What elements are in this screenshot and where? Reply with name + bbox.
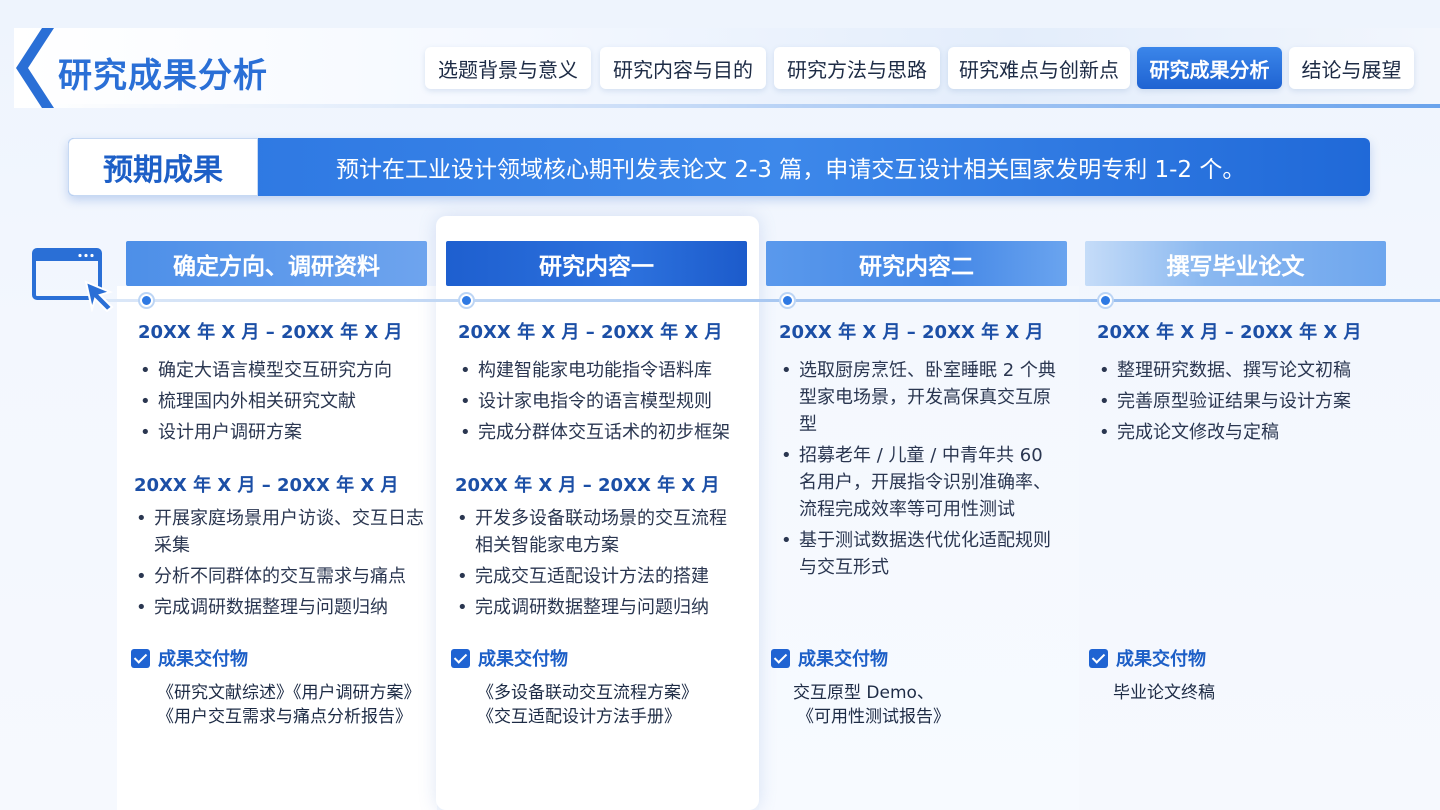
- column-2-list-1: 构建智能家电功能指令语料库 设计家电指令的语言模型规则 完成分群体交互话术的初步…: [458, 357, 743, 450]
- checkbox-checked-icon: [771, 648, 790, 668]
- column-1-date-2: 20XX 年 X 月 – 20XX 年 X 月: [134, 475, 399, 496]
- column-2-deliverable-1: 《多设备联动交互流程方案》: [477, 683, 698, 703]
- list-item: 完成分群体交互话术的初步框架: [458, 419, 743, 446]
- checkbox-checked-icon: [1089, 648, 1108, 668]
- deliverable-title-text: 成果交付物: [1116, 649, 1206, 670]
- column-1-date-1: 20XX 年 X 月 – 20XX 年 X 月: [138, 322, 403, 343]
- list-item: 分析不同群体的交互需求与痛点: [134, 563, 424, 590]
- column-3-deliverable-2: 《可用性测试报告》: [797, 707, 950, 727]
- column-2-date-2: 20XX 年 X 月 – 20XX 年 X 月: [455, 475, 720, 496]
- column-4-date-1: 20XX 年 X 月 – 20XX 年 X 月: [1097, 322, 1362, 343]
- column-1-deliverable-title: 成果交付物: [131, 645, 248, 671]
- list-item: 确定大语言模型交互研究方向: [138, 357, 428, 384]
- list-item: 开展家庭场景用户访谈、交互日志采集: [134, 505, 424, 559]
- list-item: 完成交互适配设计方法的搭建: [455, 563, 740, 590]
- tab-difficulties[interactable]: 研究难点与创新点: [948, 47, 1130, 89]
- list-item: 选取厨房烹饪、卧室睡眠 2 个典型家电场景，开发高保真交互原型: [779, 357, 1061, 438]
- timeline-dot-1: [140, 294, 153, 307]
- column-2-date-1: 20XX 年 X 月 – 20XX 年 X 月: [458, 322, 723, 343]
- list-item: 基于测试数据迭代优化适配规则与交互形式: [779, 527, 1061, 581]
- timeline-dot-3: [781, 294, 794, 307]
- monitor-cursor-icon: [32, 248, 114, 312]
- tab-methods[interactable]: 研究方法与思路: [774, 47, 940, 89]
- column-4-deliverable-title: 成果交付物: [1089, 645, 1206, 671]
- list-item: 梳理国内外相关研究文献: [138, 388, 428, 415]
- column-3-deliverable-1: 交互原型 Demo、: [793, 683, 934, 703]
- list-item: 开发多设备联动场景的交互流程相关智能家电方案: [455, 505, 740, 559]
- tab-content-purpose[interactable]: 研究内容与目的: [600, 47, 766, 89]
- list-item: 完善原型验证结果与设计方案: [1097, 388, 1397, 415]
- column-2-deliverable-2: 《交互适配设计方法手册》: [477, 707, 681, 727]
- column-4-list-1: 整理研究数据、撰写论文初稿 完善原型验证结果与设计方案 完成论文修改与定稿: [1097, 357, 1397, 450]
- list-item: 完成调研数据整理与问题归纳: [134, 594, 424, 621]
- checkbox-checked-icon: [131, 648, 150, 668]
- column-header-3: 研究内容二: [766, 241, 1067, 286]
- list-item: 构建智能家电功能指令语料库: [458, 357, 743, 384]
- column-4-deliverable-1: 毕业论文终稿: [1113, 683, 1215, 703]
- list-item: 设计用户调研方案: [138, 419, 428, 446]
- title-underline: [40, 104, 1440, 108]
- tab-results[interactable]: 研究成果分析: [1137, 47, 1282, 89]
- column-3-list-1: 选取厨房烹饪、卧室睡眠 2 个典型家电场景，开发高保真交互原型 招募老年 / 儿…: [779, 357, 1061, 585]
- list-item: 设计家电指令的语言模型规则: [458, 388, 743, 415]
- banner-text: 预计在工业设计领域核心期刊发表论文 2-3 篇，申请交互设计相关国家发明专利 1…: [336, 157, 1246, 183]
- timeline-dot-4: [1099, 294, 1112, 307]
- column-1-deliverable-2: 《用户交互需求与痛点分析报告》: [157, 707, 412, 727]
- column-2-list-2: 开发多设备联动场景的交互流程相关智能家电方案 完成交互适配设计方法的搭建 完成调…: [455, 505, 740, 625]
- banner-label: 预期成果: [103, 153, 223, 188]
- column-header-1: 确定方向、调研资料: [126, 241, 427, 286]
- column-1-list-1: 确定大语言模型交互研究方向 梳理国内外相关研究文献 设计用户调研方案: [138, 357, 428, 450]
- deliverable-title-text: 成果交付物: [158, 649, 248, 670]
- timeline-line: [100, 299, 1440, 302]
- tab-conclusion[interactable]: 结论与展望: [1289, 47, 1414, 89]
- column-1-list-2: 开展家庭场景用户访谈、交互日志采集 分析不同群体的交互需求与痛点 完成调研数据整…: [134, 505, 424, 625]
- deliverable-title-text: 成果交付物: [798, 649, 888, 670]
- chevron-left-icon[interactable]: [14, 28, 54, 108]
- checkbox-checked-icon: [451, 648, 470, 668]
- list-item: 完成论文修改与定稿: [1097, 419, 1397, 446]
- list-item: 完成调研数据整理与问题归纳: [455, 594, 740, 621]
- column-1-deliverable-1: 《研究文献综述》《用户调研方案》: [157, 683, 421, 703]
- column-header-2: 研究内容一: [446, 241, 747, 286]
- list-item: 招募老年 / 儿童 / 中青年共 60 名用户，开展指令识别准确率、流程完成效率…: [779, 442, 1061, 523]
- list-item: 整理研究数据、撰写论文初稿: [1097, 357, 1397, 384]
- column-3-date-1: 20XX 年 X 月 – 20XX 年 X 月: [779, 322, 1044, 343]
- column-3-deliverable-title: 成果交付物: [771, 645, 888, 671]
- page-title: 研究成果分析: [58, 56, 268, 96]
- timeline-dot-2: [460, 294, 473, 307]
- column-header-4: 撰写毕业论文: [1085, 241, 1386, 286]
- deliverable-title-text: 成果交付物: [478, 649, 568, 670]
- column-2-deliverable-title: 成果交付物: [451, 645, 568, 671]
- tab-background[interactable]: 选题背景与意义: [425, 47, 591, 89]
- banner-label-box: 预期成果: [68, 138, 258, 196]
